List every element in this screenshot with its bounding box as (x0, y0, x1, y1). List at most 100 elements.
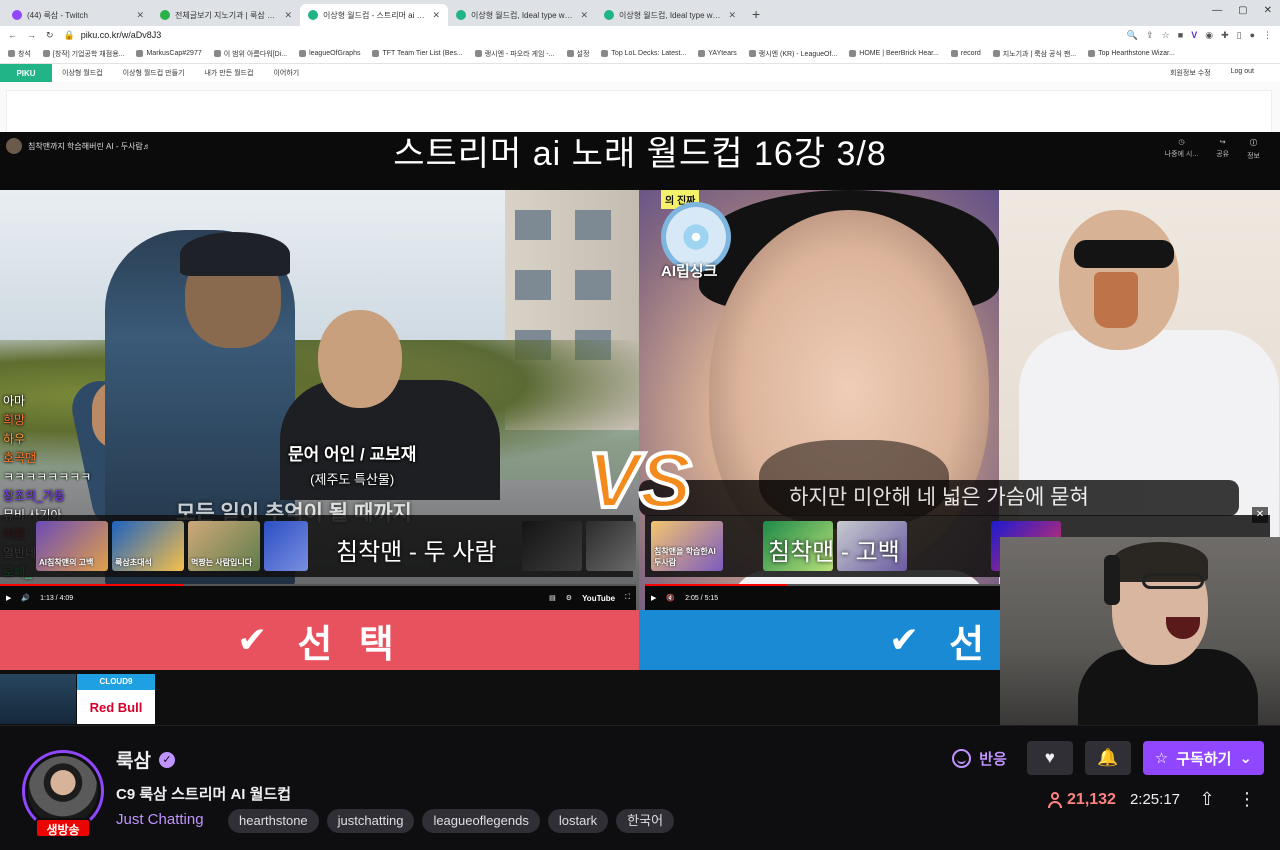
v-extension-icon[interactable]: V (1191, 30, 1197, 41)
tab-close-icon[interactable]: ✕ (432, 10, 440, 21)
bookmark-item[interactable]: 창석 (8, 49, 31, 59)
bookmark-label: 설정 (576, 50, 590, 58)
channel-avatar[interactable] (6, 138, 22, 154)
endcard-thumb[interactable]: AI침착맨의 고백 (36, 521, 108, 571)
notifications-button[interactable]: 🔔 (1084, 741, 1131, 775)
chrome-icon[interactable]: ◉ (1205, 30, 1213, 41)
bookmark-favicon (8, 50, 15, 57)
avatar[interactable] (28, 756, 98, 826)
choose-left-button[interactable]: ✔ 선 택 (0, 610, 639, 670)
extension-icon[interactable]: ■ (1178, 30, 1183, 41)
settings-icon[interactable]: ⚙ (566, 594, 572, 602)
share-icon[interactable]: ⇧ (1194, 789, 1220, 810)
verified-icon: ✓ (158, 751, 175, 768)
bookmark-item[interactable]: leagueOfGraphs (299, 50, 360, 57)
tab-favicon (160, 10, 170, 20)
play-icon[interactable]: ▶ (6, 594, 11, 602)
tag[interactable]: lostark (547, 809, 609, 833)
endcard-thumb[interactable] (522, 521, 582, 571)
react-button[interactable]: 반응 (944, 741, 1015, 775)
nav-link[interactable]: 이상형 월드컵 만들기 (123, 68, 185, 78)
close-window-icon[interactable]: ✕ (1264, 5, 1272, 16)
play-icon[interactable]: ▶ (651, 594, 656, 602)
bookmark-item[interactable]: 랭시엔 (KR) - LeagueOf... (748, 49, 837, 59)
tag[interactable]: 한국어 (616, 809, 675, 833)
tab-close-icon[interactable]: ✕ (136, 10, 144, 21)
maximize-icon[interactable]: ▢ (1238, 5, 1247, 16)
browser-tab[interactable]: 이상형 월드컵, Ideal type worldcup Pi ✕ (448, 4, 596, 26)
new-tab-button[interactable]: + (744, 6, 768, 26)
nav-link[interactable]: 내가 만든 월드컵 (204, 68, 253, 78)
follow-button[interactable]: ♥ (1026, 741, 1073, 775)
channel-name[interactable]: 룩삼 (116, 746, 151, 773)
sidebar-icon[interactable]: ▯ (1237, 30, 1242, 41)
tag[interactable]: hearthstone (228, 809, 319, 833)
puzzle-icon[interactable]: ✚ (1221, 30, 1229, 41)
endcard-thumb[interactable]: 먹짱는 사람입니다 (188, 521, 260, 571)
tab-close-icon[interactable]: ✕ (728, 10, 736, 21)
profile-icon[interactable]: ● (1250, 30, 1255, 41)
bookmark-item[interactable]: 이 범위 아름다워[Di... (213, 49, 287, 59)
bookmark-item[interactable]: 랭시엔 - 파오라 게임 -... (474, 49, 555, 59)
watch-later-button[interactable]: ◷ 나중에 시... (1165, 138, 1199, 161)
logout-link[interactable]: Log out (1231, 68, 1254, 78)
bookmark-item[interactable]: record (950, 50, 981, 57)
forward-icon[interactable]: → (27, 30, 36, 40)
mute-icon[interactable]: 🔇 (666, 594, 675, 602)
share-arrow-icon: ↪ (1219, 139, 1226, 146)
browser-tab[interactable]: 이상형 월드컵 - 스트리머 ai 노래 ✕ (300, 4, 448, 26)
star-icon[interactable]: ☆ (1162, 30, 1170, 41)
url-field[interactable]: 🔒 piku.co.kr/w/aDv8J3 (64, 28, 1117, 42)
bookmark-item[interactable]: YAYtears (698, 50, 737, 57)
tag[interactable]: justchatting (326, 809, 415, 833)
back-icon[interactable]: ← (8, 30, 17, 40)
piku-logo[interactable]: PIKU (0, 64, 52, 82)
endcard-thumb[interactable] (264, 521, 308, 571)
browser-tab[interactable]: 이상형 월드컵, Ideal type worldcup Pi ✕ (596, 4, 744, 26)
tab-title: 이상형 월드컵, Ideal type worldcup Pi (619, 10, 723, 20)
bookmark-item[interactable]: Top LoL Decks: Latest... (601, 50, 686, 57)
bookmark-item[interactable]: [창작] 기업공학 채점용... (42, 49, 124, 59)
bookmark-item[interactable]: MarkusCap#2977 (136, 50, 202, 57)
youtube-logo[interactable]: YouTube (582, 594, 615, 603)
endcard-thumb[interactable] (586, 521, 636, 571)
volume-icon[interactable]: 🔊 (21, 594, 30, 602)
reload-icon[interactable]: ↻ (46, 30, 54, 41)
bookmark-favicon (1088, 50, 1096, 57)
react-label: 반응 (979, 750, 1007, 768)
chevron-down-icon: ⌄ (1239, 750, 1252, 767)
tab-close-icon[interactable]: ✕ (284, 10, 292, 21)
bookmark-favicon (474, 50, 482, 57)
share-button[interactable]: ↪ 공유 (1216, 138, 1229, 161)
fullscreen-icon[interactable]: ⛶ (625, 594, 630, 602)
bookmark-item[interactable]: 지노기과 | 룩삼 공식 팬... (992, 49, 1076, 59)
browser-tab[interactable]: (44) 룩삼 - Twitch ✕ (4, 4, 152, 26)
tag[interactable]: leagueoflegends (422, 809, 540, 833)
bookmark-item[interactable]: 설정 (566, 49, 590, 59)
video-caption: 문어 어인 / 교보재 (제주도 특산물) (288, 440, 416, 488)
edit-profile-link[interactable]: 회원정보 수정 (1170, 68, 1211, 78)
category-link[interactable]: Just Chatting (116, 811, 204, 828)
nav-link[interactable]: 이상형 월드컵 (62, 68, 103, 78)
endcard-thumb[interactable]: 룩삼초대석 (112, 521, 184, 571)
info-button[interactable]: ⓘ 정보 (1247, 138, 1260, 161)
minimize-icon[interactable]: — (1212, 5, 1222, 16)
bookmark-item[interactable]: TFT Team Tier List (Bes... (372, 50, 463, 57)
close-icon[interactable]: ✕ (1252, 507, 1268, 523)
time-display: 1:13 / 4:09 (40, 594, 74, 602)
subtitles-icon[interactable]: ▤ (549, 594, 556, 602)
endcard-thumb[interactable]: 침착맨을 학습한AI 두사람 (651, 521, 723, 571)
piku-nav: PIKU 이상형 월드컵 이상형 월드컵 만들기 내가 만든 월드컵 이어하기 … (0, 64, 1280, 82)
tab-close-icon[interactable]: ✕ (580, 10, 588, 21)
share-icon[interactable]: ⇪ (1146, 30, 1154, 41)
zoom-icon[interactable]: 🔍 (1127, 30, 1138, 41)
live-badge: 생방송 (35, 818, 91, 838)
menu-dots-icon[interactable]: ⋮ (1263, 30, 1272, 41)
bookmark-item[interactable]: Top Hearthstone Wizar... (1088, 50, 1175, 57)
more-options-icon[interactable]: ⋮ (1234, 789, 1260, 810)
yt-video-title[interactable]: 침착맨까지 학습해버린 AI - 두사람♬ (28, 141, 151, 152)
subscribe-button[interactable]: ☆ 구독하기 ⌄ (1142, 741, 1264, 775)
browser-tab[interactable]: 전체글보기 지노기과 | 룩삼 공식 팬카 ✕ (152, 4, 300, 26)
bookmark-item[interactable]: HOME | BeerBrick Hear... (849, 50, 939, 57)
nav-link[interactable]: 이어하기 (273, 68, 299, 78)
